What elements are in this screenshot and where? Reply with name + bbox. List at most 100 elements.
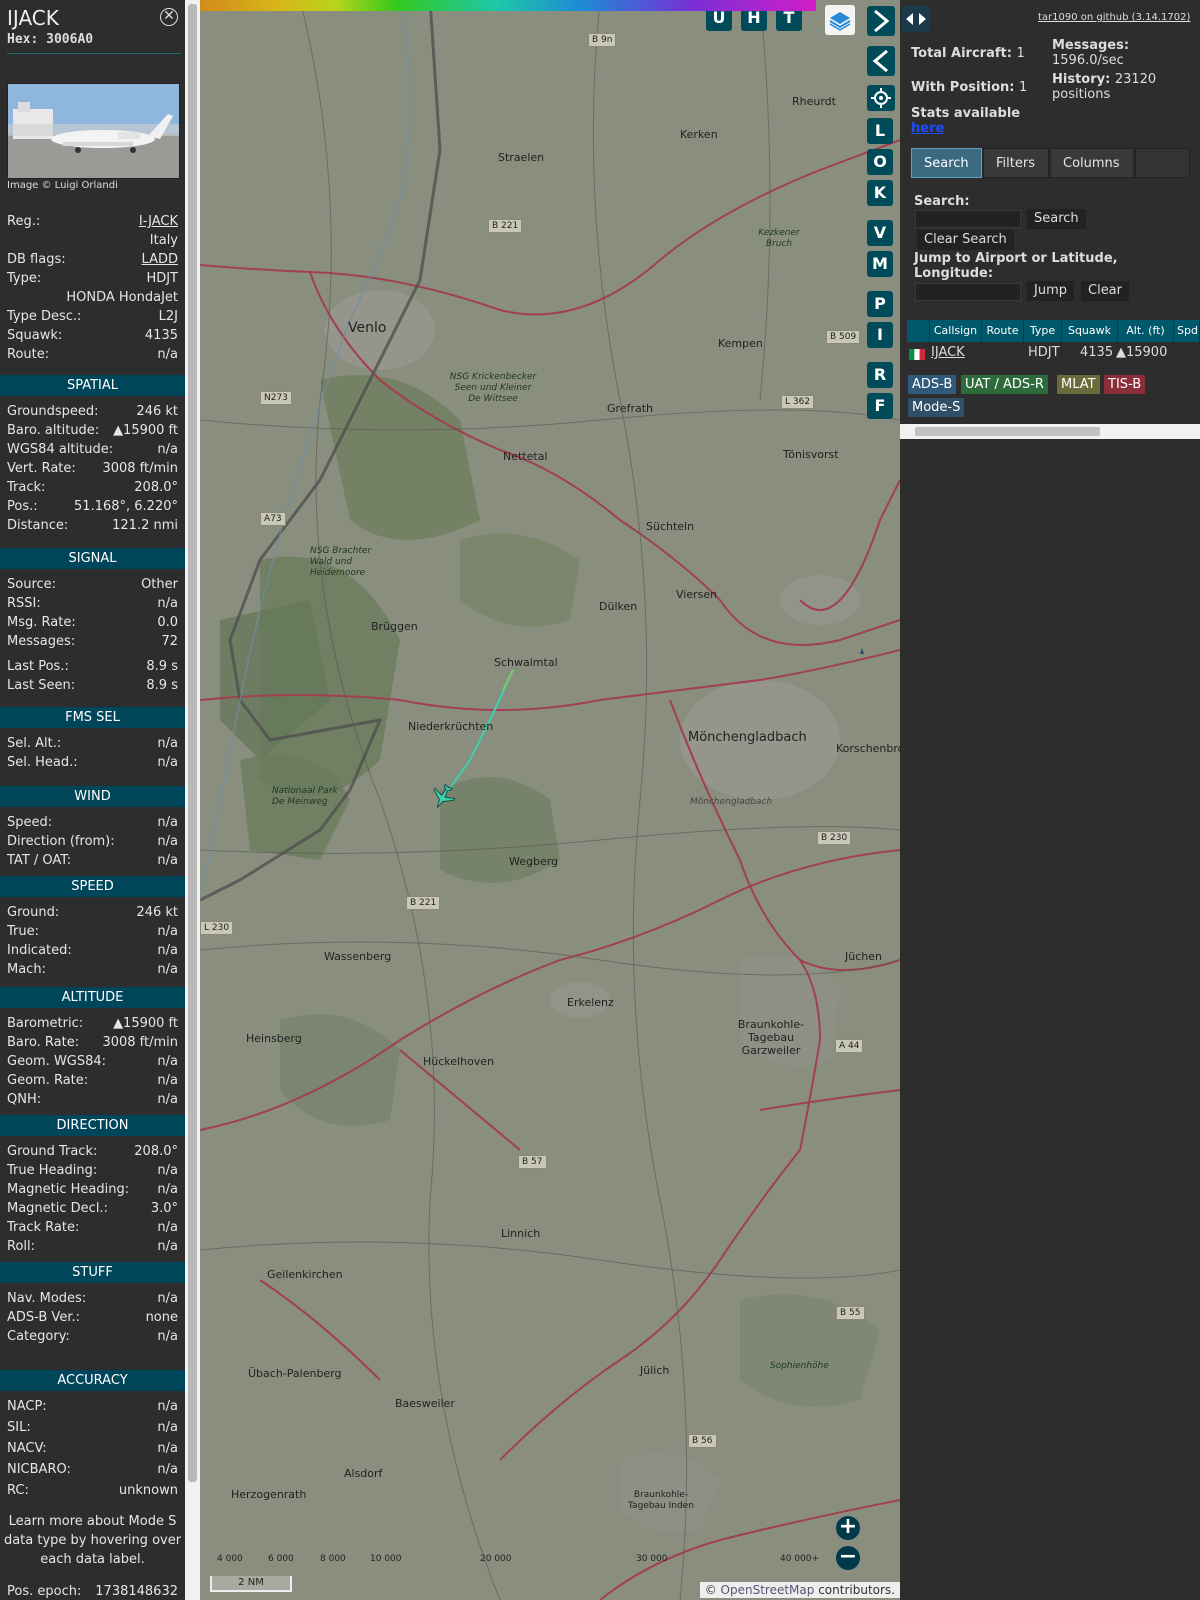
info-label[interactable]: Magnetic Decl.: (7, 1199, 108, 1218)
toggle-v-button[interactable]: V (867, 220, 893, 246)
tab-filters[interactable]: Filters (983, 148, 1049, 178)
info-label[interactable]: Indicated: (7, 941, 72, 960)
settings-button[interactable] (867, 85, 895, 111)
info-panel-scrollbar[interactable] (185, 0, 200, 1600)
info-label[interactable]: Category: (7, 1327, 70, 1346)
info-value: n/a (157, 755, 178, 770)
zoom-out-button[interactable]: − (836, 1546, 860, 1570)
map-view[interactable]: Venlo Straelen Kerken Rheurdt Kempen Gre… (200, 0, 900, 1600)
info-label[interactable]: Last Seen: (7, 676, 75, 695)
info-value[interactable]: I-JACK (139, 212, 178, 231)
search-input[interactable] (915, 210, 1021, 228)
info-label[interactable]: QNH: (7, 1090, 41, 1109)
info-label[interactable]: Distance: (7, 516, 68, 535)
info-label[interactable]: Geom. WGS84: (7, 1052, 106, 1071)
layers-button[interactable] (825, 5, 855, 35)
info-label[interactable]: Ground: (7, 903, 59, 922)
toggle-k-button[interactable]: K (867, 180, 893, 206)
info-label[interactable]: Vert. Rate: (7, 459, 76, 478)
toggle-i-button[interactable]: I (867, 322, 893, 348)
column-header-type[interactable]: Type (1024, 320, 1062, 342)
place-label: Brüggen (371, 620, 418, 633)
info-label[interactable]: Barometric: (7, 1014, 83, 1033)
info-row-indicated: Indicated: n/a (7, 941, 178, 960)
altitude-color-legend (200, 0, 816, 11)
info-label[interactable]: Track: (7, 478, 45, 497)
place-label: Hückelhoven (423, 1055, 495, 1068)
column-header-route[interactable]: Route (982, 320, 1024, 342)
clear-search-button[interactable]: Clear Search (917, 230, 1014, 250)
info-label[interactable]: NICBARO: (7, 1460, 71, 1479)
info-label[interactable]: Messages: (7, 632, 75, 651)
info-label[interactable]: Sel. Alt.: (7, 734, 61, 753)
info-value: 208.0° (134, 480, 178, 495)
toggle-p-button[interactable]: P (867, 291, 893, 317)
info-label[interactable]: Speed: (7, 813, 52, 832)
info-label[interactable]: SIL: (7, 1418, 31, 1437)
info-label[interactable]: Ground Track: (7, 1142, 97, 1161)
tab-empty (1135, 148, 1190, 178)
info-label[interactable]: Mach: (7, 960, 46, 979)
info-label: Squawk: (7, 328, 63, 343)
stats-here-link[interactable]: here (911, 121, 944, 136)
info-label[interactable]: Track Rate: (7, 1218, 79, 1237)
scrollbar-thumb[interactable] (188, 4, 197, 1482)
info-label[interactable]: Direction (from): (7, 832, 115, 851)
clear-jump-button[interactable]: Clear (1081, 281, 1129, 301)
info-value: n/a (157, 1420, 178, 1435)
info-label[interactable]: Roll: (7, 1237, 35, 1256)
jump-button[interactable]: Jump (1027, 281, 1074, 301)
info-label[interactable]: Magnetic Heading: (7, 1180, 129, 1199)
info-label[interactable]: True: (7, 922, 39, 941)
close-icon[interactable]: ✕ (160, 8, 178, 26)
info-label[interactable]: TAT / OAT: (7, 851, 71, 870)
collapse-left-button[interactable] (867, 46, 895, 76)
info-label[interactable]: Baro. Rate: (7, 1033, 79, 1052)
toggle-r-button[interactable]: R (867, 362, 893, 388)
toggle-m-button[interactable]: M (867, 251, 893, 277)
info-label[interactable]: Nav. Modes: (7, 1289, 86, 1308)
osm-link[interactable]: OpenStreetMap (721, 1583, 815, 1597)
zoom-in-button[interactable]: + (836, 1516, 860, 1540)
hscroll-thumb[interactable] (915, 427, 1100, 436)
toggle-sidebar-button[interactable] (902, 6, 930, 32)
tab-columns[interactable]: Columns (1050, 148, 1134, 178)
info-label[interactable]: WGS84 altitude: (7, 440, 113, 459)
row-callsign[interactable]: IJACK (931, 344, 965, 362)
column-header-speed[interactable]: Spd (1174, 320, 1200, 342)
place-label: Kempen (718, 337, 763, 350)
info-label[interactable]: NACP: (7, 1397, 47, 1416)
toggle-o-button[interactable]: O (867, 149, 893, 175)
info-label[interactable]: True Heading: (7, 1161, 97, 1180)
info-label[interactable]: NACV: (7, 1439, 47, 1458)
info-row-pos: Pos.: 51.168°, 6.220° (7, 497, 178, 516)
jump-input[interactable] (915, 283, 1021, 301)
info-value[interactable]: LADD (142, 250, 178, 269)
info-label[interactable]: Last Pos.: (7, 657, 69, 676)
aircraft-photo[interactable] (7, 83, 180, 179)
info-label[interactable]: Source: (7, 575, 56, 594)
tab-search[interactable]: Search (911, 148, 982, 178)
github-link[interactable]: tar1090 on github (3.14.1702) (1038, 12, 1190, 23)
column-header-squawk[interactable]: Squawk (1062, 320, 1118, 342)
expand-right-button[interactable] (867, 6, 895, 36)
info-row-baro-altitude: Baro. altitude: ▲15900 ft (7, 421, 178, 440)
info-label[interactable]: ADS-B Ver.: (7, 1308, 80, 1327)
info-label[interactable]: Baro. altitude: (7, 421, 99, 440)
info-label[interactable]: Pos.: (7, 497, 38, 516)
info-label[interactable]: RSSI: (7, 594, 41, 613)
column-header-callsign[interactable]: Callsign (930, 320, 982, 342)
toggle-l-button[interactable]: L (867, 118, 893, 144)
info-label[interactable]: Geom. Rate: (7, 1071, 88, 1090)
section-header-spatial: SPATIAL (0, 375, 185, 396)
info-label[interactable]: RC: (7, 1481, 29, 1500)
column-header-flag[interactable] (907, 320, 930, 342)
column-header-altitude[interactable]: Alt. (ft) (1118, 320, 1174, 342)
info-value: n/a (157, 1239, 178, 1254)
info-label[interactable]: Msg. Rate: (7, 613, 76, 632)
toggle-f-button[interactable]: F (867, 393, 893, 419)
info-label[interactable]: Groundspeed: (7, 402, 98, 421)
table-horizontal-scrollbar[interactable] (900, 424, 1200, 439)
info-label[interactable]: Sel. Head.: (7, 753, 78, 772)
search-button[interactable]: Search (1027, 209, 1086, 229)
